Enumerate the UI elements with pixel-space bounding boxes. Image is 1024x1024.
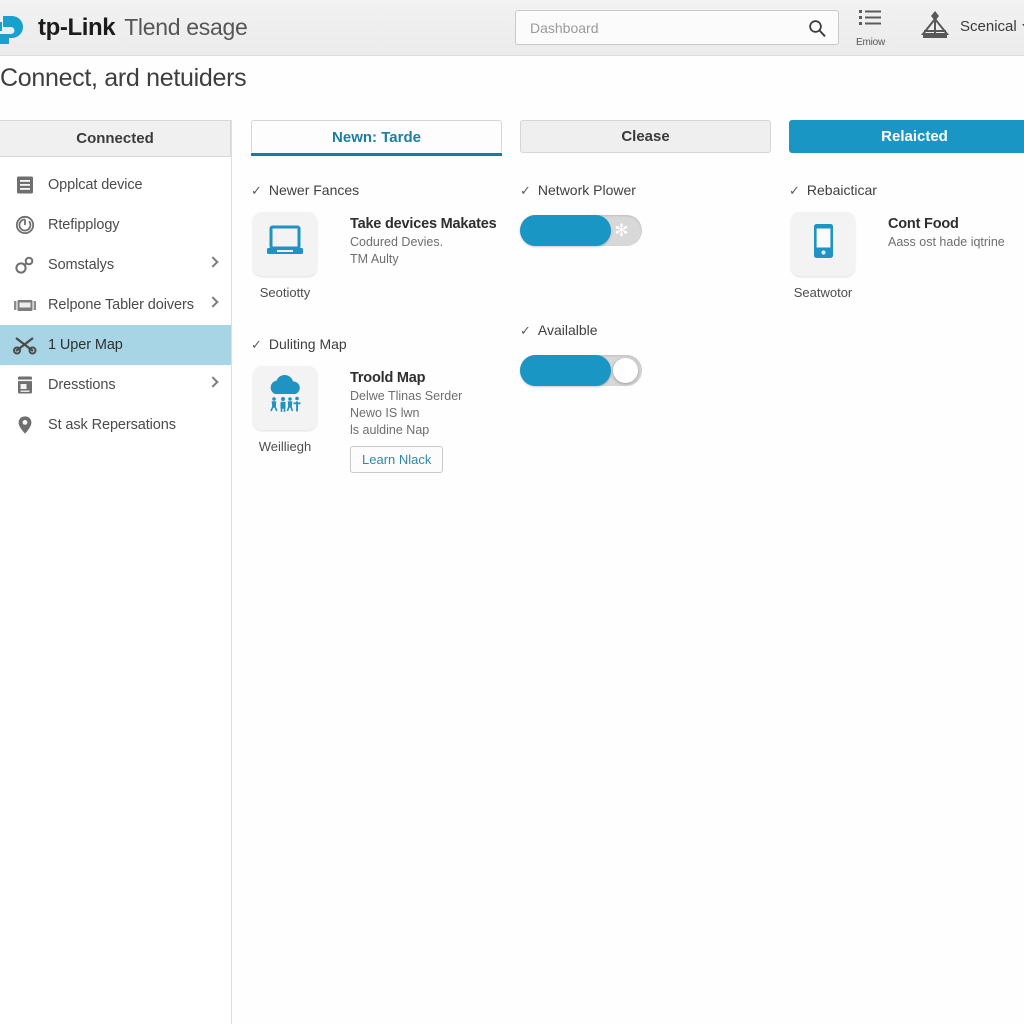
toggle-fill (520, 355, 611, 386)
server-rack-icon (12, 292, 38, 318)
tile-line: Delwe Tlinas Serder (350, 389, 463, 403)
header-tool-list[interactable]: Emiow (856, 8, 885, 48)
phone-icon (806, 221, 840, 268)
search-input[interactable] (516, 11, 786, 44)
check-icon: ✓ (789, 182, 800, 198)
map-pin-icon (12, 412, 38, 438)
sidebar-item-label: St ask Repersations (48, 417, 176, 433)
content-area: Newn: Tarde ✓ Newer Fances Seotiotty Tak… (233, 120, 1024, 1024)
sidebar-item-somstalys[interactable]: Somstalys (0, 245, 231, 285)
user-menu[interactable]: Scenical (960, 18, 1024, 35)
tile-seotiotty[interactable]: Seotiotty (251, 212, 319, 300)
sidebar-item-label: Opplcat device (48, 177, 143, 193)
tile-line: Codured Devies. (350, 235, 444, 249)
tile-row-phone: Seatwotor Cont Food Aass ost hade iqtrin… (789, 212, 1024, 300)
list-lines-icon (858, 8, 884, 35)
chevron-right-icon (207, 256, 219, 268)
tile-line: TM Aulty (350, 252, 399, 266)
book-icon (12, 372, 38, 398)
cloud-people-icon (262, 374, 308, 422)
tile-box (253, 212, 317, 276)
column-relaicted: Relaicted ✓ Rebaicticar Seatwotor Cont F… (789, 120, 1024, 300)
column-newn-tarde: Newn: Tarde ✓ Newer Fances Seotiotty Tak… (251, 120, 502, 473)
tab-relaicted[interactable]: Relaicted (789, 120, 1024, 153)
page-title: Connect, ard netuiders (0, 64, 247, 92)
check-icon: ✓ (520, 182, 531, 198)
tile-seatwotor[interactable]: Seatwotor (789, 212, 857, 300)
sidebar-item-relpone-tabler-doivers[interactable]: Relpone Tabler doivers (0, 285, 231, 325)
sidebar-item-label: Rtefipplogy (48, 217, 120, 233)
sidebar-header: Connected (0, 120, 231, 157)
tile-title: Take devices Makates (350, 216, 497, 232)
brand-subtitle: Tlend esage (124, 14, 248, 40)
tile-text-block: Take devices Makates Codured Devies. TM … (350, 212, 497, 300)
toggle-knob (613, 358, 638, 383)
search-box[interactable] (515, 10, 839, 45)
nodes-icon (12, 252, 38, 278)
search-icon[interactable] (808, 19, 826, 37)
circle-arrow-icon (12, 212, 38, 238)
tile-title: Cont Food (888, 216, 959, 232)
document-icon (12, 172, 38, 198)
asterisk-icon: ✻ (614, 221, 629, 240)
app-header: tp-Link Tlend esage Dashboard Emiow Scen… (0, 0, 1024, 56)
sidebar-item-uper-map[interactable]: 1 Uper Map (0, 325, 231, 365)
sidebar: Connected Opplcat device Rtefipplogy Som… (0, 120, 232, 1024)
section-newer-fances: ✓ Newer Fances (251, 182, 502, 198)
tile-line: Newo IS lwn (350, 406, 420, 420)
section-rebaicticar: ✓ Rebaicticar (789, 182, 1024, 198)
sidebar-item-label: 1 Uper Map (48, 337, 123, 353)
brand-name: tp-Link (38, 13, 116, 41)
sidebar-item-rtefipplogy[interactable]: Rtefipplogy (0, 205, 231, 245)
tile-title: Troold Map (350, 370, 426, 386)
check-icon: ✓ (251, 336, 262, 352)
check-icon: ✓ (520, 322, 531, 338)
user-label: Scenical (960, 18, 1017, 35)
section-title: Network Plower (537, 182, 636, 198)
section-title: Newer Fances (268, 182, 360, 198)
tab-newn-tarde[interactable]: Newn: Tarde (251, 120, 502, 156)
column-clease: Clease ✓ Network Plower ✻ ✓ Availalble (520, 120, 771, 386)
chevron-right-icon (207, 376, 219, 388)
learn-more-button[interactable]: Learn Nlack (350, 446, 444, 473)
tile-caption: Weilliegh (258, 439, 312, 454)
tile-row-laptop: Seotiotty Take devices Makates Codured D… (251, 212, 502, 300)
tile-caption: Seatwotor (793, 285, 853, 300)
tile-box (253, 366, 317, 430)
sidebar-item-opplcat-device[interactable]: Opplcat device (0, 165, 231, 205)
tile-caption: Seotiotty (259, 285, 311, 300)
section-title: Availalble (537, 322, 598, 338)
tile-text-block: Cont Food Aass ost hade iqtrine (888, 212, 1005, 300)
sidebar-item-label: Relpone Tabler doivers (48, 297, 194, 313)
sidebar-item-label: Somstalys (48, 257, 114, 273)
sidebar-item-label: Dresstions (48, 377, 116, 393)
tile-text-block: Troold Map Delwe Tlinas Serder Newo IS l… (350, 366, 462, 473)
tile-line: ls auldine Nap (350, 423, 430, 437)
tab-clease[interactable]: Clease (520, 120, 771, 153)
section-availalble: ✓ Availalble (520, 322, 771, 338)
toggle-availalble[interactable] (520, 355, 642, 386)
scissors-icon (12, 332, 38, 358)
avatar-icon[interactable] (918, 9, 952, 43)
section-network-plower: ✓ Network Plower (520, 182, 771, 198)
sidebar-item-dresstions[interactable]: Dresstions (0, 365, 231, 405)
tplink-logo-icon (0, 7, 36, 49)
sidebar-item-st-ask-repersations[interactable]: St ask Repersations (0, 405, 231, 445)
tile-weilliegh[interactable]: Weilliegh (251, 366, 319, 473)
check-icon: ✓ (251, 182, 262, 198)
laptop-icon (263, 223, 307, 266)
tile-row-cloud: Weilliegh Troold Map Delwe Tlinas Serder… (251, 366, 502, 473)
section-duliting-map: ✓ Duliting Map (251, 336, 502, 352)
chevron-right-icon (207, 296, 219, 308)
tile-line: Aass ost hade iqtrine (888, 235, 1005, 249)
toggle-network-plower[interactable]: ✻ (520, 215, 642, 246)
app-root: tp-Link Tlend esage Dashboard Emiow Scen… (0, 0, 1024, 1024)
section-title: Duliting Map (268, 336, 347, 352)
toggle-fill (520, 215, 611, 246)
tile-box (791, 212, 855, 276)
brand[interactable]: tp-Link Tlend esage (0, 7, 248, 49)
section-title: Rebaicticar (806, 182, 877, 198)
header-tool-label: Emiow (856, 37, 886, 48)
